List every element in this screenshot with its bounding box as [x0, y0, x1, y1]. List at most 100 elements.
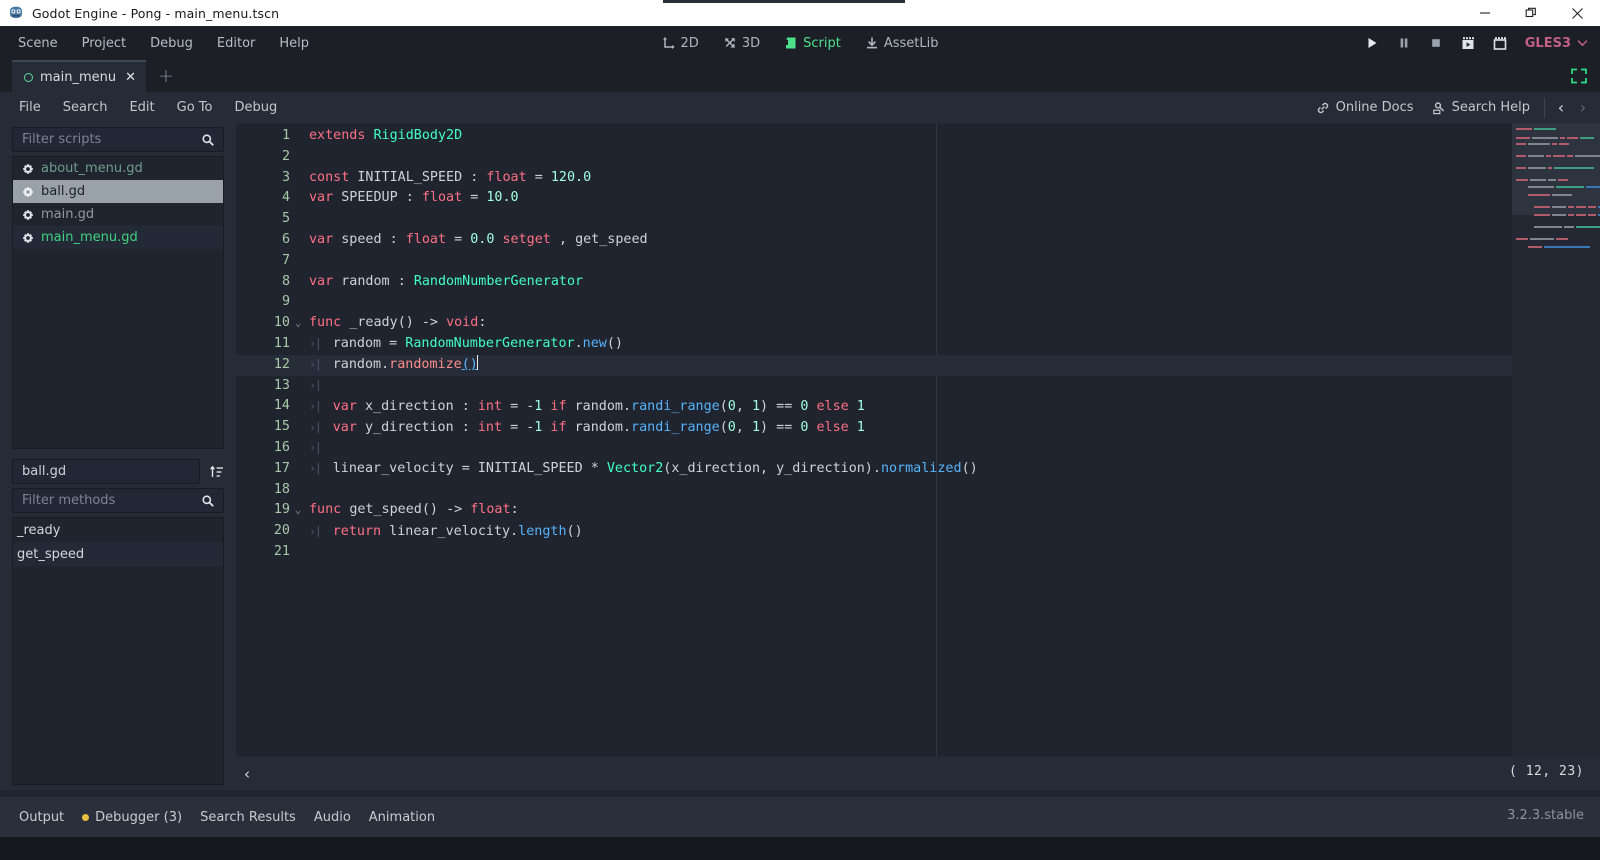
code-line[interactable]: 1 extends RigidBody2D — [236, 126, 1600, 147]
menu-editor[interactable]: Editor — [206, 32, 266, 55]
minimap-line — [1556, 186, 1584, 188]
nav-forward-button[interactable]: › — [1572, 95, 1594, 121]
code-token: () — [566, 523, 583, 539]
code-line[interactable]: 15 ›| var y_direction : int = -1 if rando… — [236, 417, 1600, 438]
code-line[interactable]: 17 ›| linear_velocity = INITIAL_SPEED * V… — [236, 459, 1600, 480]
script-menu-goto[interactable]: Go To — [167, 97, 223, 118]
minimap-line — [1528, 194, 1550, 196]
code-line[interactable]: 8 var random : RandomNumberGenerator — [236, 272, 1600, 293]
code-line[interactable]: 9 — [236, 292, 1600, 313]
script-menu-debug[interactable]: Debug — [224, 97, 287, 118]
code-line[interactable]: 5 — [236, 209, 1600, 230]
viewport-button-3d[interactable]: 3D — [713, 32, 770, 55]
list-item[interactable]: ball.gd — [13, 180, 223, 203]
play-button[interactable] — [1357, 30, 1387, 56]
code-token: : — [461, 398, 478, 414]
list-item[interactable]: main_menu.gd — [13, 226, 223, 249]
code-token: -> — [446, 502, 471, 518]
window-close-button[interactable] — [1554, 0, 1600, 26]
code-text: func _ready() -> void: — [306, 313, 1600, 334]
editor-minimap[interactable] — [1512, 123, 1600, 757]
scroll-left-icon[interactable]: ‹ — [244, 765, 250, 783]
fullscreen-icon[interactable] — [1568, 66, 1590, 86]
code-text: ›| — [306, 437, 1600, 459]
window-maximize-button[interactable] — [1508, 0, 1554, 26]
sort-icon[interactable] — [204, 459, 230, 484]
list-item[interactable]: main.gd — [13, 203, 223, 226]
menu-help[interactable]: Help — [268, 32, 320, 55]
indent-marker-icon: ›| — [309, 461, 333, 476]
minimap-line — [1552, 143, 1557, 145]
pause-button[interactable] — [1389, 30, 1419, 56]
code-line[interactable]: 18 — [236, 480, 1600, 501]
script-tab-main-menu[interactable]: main_menu ✕ — [12, 60, 147, 92]
list-item[interactable]: about_menu.gd — [13, 157, 223, 180]
menu-project[interactable]: Project — [71, 32, 137, 55]
minimap-line — [1548, 167, 1552, 169]
bottom-panel-tabs: Output Debugger (3) Search Results Audio… — [0, 797, 1600, 837]
minimap-line — [1534, 226, 1562, 228]
menu-scene[interactable]: Scene — [7, 32, 69, 55]
fold-toggle-icon[interactable]: ⌄ — [290, 313, 306, 334]
fold-toggle-icon[interactable]: ⌄ — [290, 500, 306, 521]
code-line[interactable]: 19 ⌄ func get_speed() -> float: — [236, 500, 1600, 521]
list-item[interactable]: get_speed — [13, 542, 223, 566]
renderer-selector[interactable]: GLES3 — [1525, 36, 1588, 51]
window-minimize-button[interactable] — [1462, 0, 1508, 26]
code-line[interactable]: 3 const INITIAL_SPEED : float = 120.0 — [236, 168, 1600, 189]
code-token: var — [332, 398, 365, 414]
code-line[interactable]: 16 ›| — [236, 438, 1600, 459]
code-token: int — [477, 419, 511, 435]
minimap-line — [1559, 143, 1569, 145]
code-line[interactable]: 20 ›| return linear_velocity.length() — [236, 521, 1600, 542]
minimap-line — [1516, 143, 1526, 145]
viewport-button-script[interactable]: Script — [774, 32, 851, 55]
code-lines[interactable]: 1 extends RigidBody2D 2 3 const INITIAL_SPEE… — [236, 126, 1600, 563]
stop-button[interactable] — [1421, 30, 1451, 56]
bottom-tab-search-results[interactable]: Search Results — [191, 806, 305, 829]
menu-debug[interactable]: Debug — [139, 32, 204, 55]
script-menu-edit[interactable]: Edit — [119, 97, 164, 118]
code-token: : — [478, 315, 487, 331]
close-icon[interactable]: ✕ — [125, 70, 136, 85]
add-tab-button[interactable]: + — [152, 60, 180, 92]
code-editor[interactable]: 1 extends RigidBody2D 2 3 const INITIAL_SPEE… — [236, 123, 1600, 757]
online-docs-button[interactable]: Online Docs — [1307, 97, 1423, 118]
toolbar-divider — [1544, 97, 1545, 118]
code-line[interactable]: 14 ›| var x_direction : int = -1 if rando… — [236, 396, 1600, 417]
methods-list[interactable]: _ready get_speed — [12, 517, 224, 785]
bottom-tab-animation[interactable]: Animation — [360, 806, 444, 829]
code-line[interactable]: 6 var speed : float = 0.0 setget , get_sp… — [236, 230, 1600, 251]
search-help-button[interactable]: Search Help — [1423, 97, 1539, 118]
script-menu-file[interactable]: File — [9, 97, 51, 118]
play-scene-button[interactable] — [1453, 30, 1483, 56]
editor-horizontal-scrollbar[interactable]: ‹ ( 12, 23) — [236, 757, 1600, 790]
code-line[interactable]: 4 var SPEEDUP : float = 10.0 — [236, 188, 1600, 209]
filter-methods-input[interactable]: Filter methods — [12, 488, 224, 513]
bottom-tab-audio[interactable]: Audio — [305, 806, 360, 829]
play-custom-scene-button[interactable] — [1485, 30, 1515, 56]
viewport-button-2d[interactable]: 2D — [652, 32, 709, 55]
code-token: . — [574, 336, 583, 352]
code-line[interactable]: 10 ⌄ func _ready() -> void: — [236, 313, 1600, 334]
code-line[interactable]: 7 — [236, 251, 1600, 272]
code-line[interactable]: 12 ›| random.randomize() — [236, 354, 1600, 376]
script-menu-search[interactable]: Search — [53, 97, 118, 118]
list-item[interactable]: _ready — [13, 518, 223, 542]
script-tab-label: main_menu — [40, 69, 117, 85]
bottom-tab-debugger[interactable]: Debugger (3) — [73, 806, 191, 829]
viewport-label-3d: 3D — [741, 35, 761, 51]
filter-scripts-input[interactable]: Filter scripts — [12, 127, 224, 152]
current-script-field[interactable]: ball.gd — [12, 459, 200, 484]
code-line[interactable]: 21 — [236, 542, 1600, 563]
code-text: ›| var y_direction : int = -1 if random.… — [306, 417, 1600, 439]
cursor-position-label: ( 12, 23) — [1509, 764, 1584, 779]
code-line[interactable]: 11 ›| random = RandomNumberGenerator.new(… — [236, 334, 1600, 355]
nav-back-button[interactable]: ‹ — [1550, 95, 1572, 121]
code-line[interactable]: 13 ›| — [236, 376, 1600, 397]
viewport-button-assetlib[interactable]: AssetLib — [855, 32, 949, 55]
scripts-list[interactable]: about_menu.gd ball.gd main.gd main_menu.… — [12, 156, 224, 449]
play-custom-scene-icon — [1493, 36, 1507, 50]
bottom-tab-output[interactable]: Output — [10, 806, 73, 829]
code-line[interactable]: 2 — [236, 147, 1600, 168]
